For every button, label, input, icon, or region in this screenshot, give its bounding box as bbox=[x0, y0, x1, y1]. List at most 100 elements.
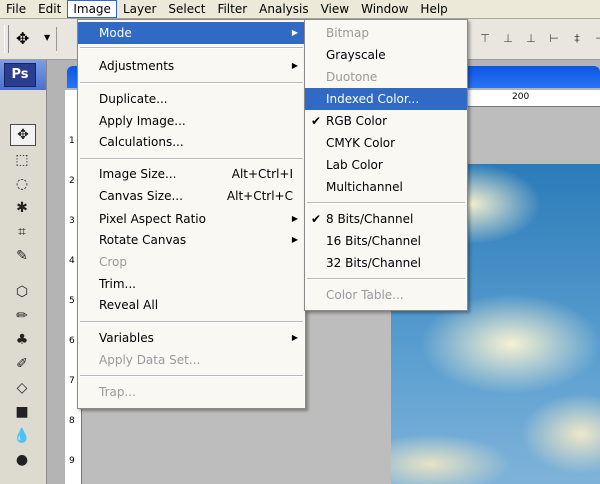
crop-tool-icon[interactable]: ⌗ bbox=[10, 222, 34, 242]
mode-grayscale[interactable]: Grayscale bbox=[305, 44, 467, 66]
submenu-arrow-icon: ▶ bbox=[291, 28, 298, 37]
menu-file[interactable]: File bbox=[0, 0, 32, 18]
menu-item-label: 8 Bits/Channel bbox=[326, 212, 414, 226]
shortcut-label: Alt+Ctrl+C bbox=[226, 189, 293, 203]
align-horizontal-centers-icon[interactable]: ‡ bbox=[570, 32, 584, 46]
history-brush-tool-icon[interactable]: ✐ bbox=[10, 354, 34, 374]
menu-window[interactable]: Window bbox=[355, 0, 414, 18]
menu-item-label: Trap... bbox=[99, 385, 136, 399]
menu-item-label: 16 Bits/Channel bbox=[326, 234, 421, 248]
ruler-tick-label: 8 bbox=[69, 416, 75, 426]
menu-divider bbox=[80, 321, 303, 323]
ruler-tick-label: 5 bbox=[69, 296, 75, 306]
mode-16-bits-channel[interactable]: 16 Bits/Channel bbox=[305, 230, 467, 252]
mode-bitmap: Bitmap bbox=[305, 22, 467, 44]
menu-view[interactable]: View bbox=[315, 0, 355, 18]
align-left-edges-icon[interactable]: ⊢ bbox=[547, 32, 561, 46]
options-bar-grip[interactable] bbox=[4, 25, 9, 53]
toolbox-header: Ps bbox=[0, 60, 46, 90]
menu-item-label: Canvas Size... bbox=[99, 189, 183, 203]
ruler-tick-label: 9 bbox=[69, 456, 75, 466]
menu-item-label: Duotone bbox=[326, 70, 378, 84]
menu-help[interactable]: Help bbox=[414, 0, 453, 18]
move-tool-icon[interactable]: ✥ bbox=[10, 124, 36, 146]
shortcut-label: Alt+Ctrl+I bbox=[231, 167, 293, 181]
mode-rgb-color[interactable]: ✔ RGB Color bbox=[305, 110, 467, 132]
menu-item-label: Trim... bbox=[99, 277, 136, 291]
menu-item-label: CMYK Color bbox=[326, 136, 396, 150]
image-menu-mode[interactable]: Mode ▶ bbox=[78, 22, 305, 44]
menu-divider bbox=[80, 47, 303, 49]
align-right-edges-icon[interactable]: ⊣ bbox=[593, 32, 600, 46]
brush-tool-icon[interactable]: ✏ bbox=[10, 306, 34, 326]
dodge-tool-icon[interactable]: ● bbox=[10, 450, 34, 470]
move-tool-icon[interactable]: ✥ bbox=[16, 29, 29, 48]
eraser-tool-icon[interactable]: ◇ bbox=[10, 378, 34, 398]
menu-item-label: Multichannel bbox=[326, 180, 403, 194]
image-menu-duplicate[interactable]: Duplicate... bbox=[78, 88, 305, 110]
menu-analysis[interactable]: Analysis bbox=[253, 0, 314, 18]
mode-indexed-color[interactable]: Indexed Color... bbox=[305, 88, 467, 110]
toolbox: Ps ✥ ⬚ ◌ ✱ ⌗ ✎ ⬡ ✏ ♣ ✐ ◇ ■ 💧 ● bbox=[0, 60, 47, 484]
mode-duotone: Duotone bbox=[305, 66, 467, 88]
mode-lab-color[interactable]: Lab Color bbox=[305, 154, 467, 176]
ruler-tick-label: 2 bbox=[69, 176, 75, 186]
mode-8-bits-channel[interactable]: ✔ 8 Bits/Channel bbox=[305, 208, 467, 230]
align-bottom-edges-icon[interactable]: ⊥ bbox=[524, 32, 538, 46]
image-menu-rotate-canvas[interactable]: Rotate Canvas ▶ bbox=[78, 229, 305, 251]
image-menu-apply-image[interactable]: Apply Image... bbox=[78, 110, 305, 132]
ruler-tick-label: 7 bbox=[69, 376, 75, 386]
image-menu-dropdown: Mode ▶ Adjustments ▶ Duplicate... Apply … bbox=[77, 19, 306, 409]
blur-tool-icon[interactable]: 💧 bbox=[10, 426, 34, 446]
image-menu-crop: Crop bbox=[78, 251, 305, 273]
menu-select[interactable]: Select bbox=[162, 0, 211, 18]
lasso-tool-icon[interactable]: ◌ bbox=[10, 174, 34, 194]
magic-wand-tool-icon[interactable]: ✱ bbox=[10, 198, 34, 218]
menu-divider bbox=[307, 278, 465, 280]
clone-stamp-tool-icon[interactable]: ♣ bbox=[10, 330, 34, 350]
mode-color-table: Color Table... bbox=[305, 284, 467, 306]
ruler-tick-label: 6 bbox=[69, 336, 75, 346]
marquee-tool-icon[interactable]: ⬚ bbox=[10, 150, 34, 170]
menu-item-label: Image Size... bbox=[99, 167, 177, 181]
image-menu-reveal-all[interactable]: Reveal All bbox=[78, 294, 305, 316]
image-menu-variables[interactable]: Variables ▶ bbox=[78, 327, 305, 349]
gradient-tool-icon[interactable]: ■ bbox=[10, 402, 34, 422]
menu-bar: File Edit Image Layer Select Filter Anal… bbox=[0, 0, 600, 19]
submenu-arrow-icon: ▶ bbox=[291, 61, 298, 70]
menu-item-label: Calculations... bbox=[99, 135, 184, 149]
photoshop-logo: Ps bbox=[4, 63, 36, 87]
mode-32-bits-channel[interactable]: 32 Bits/Channel bbox=[305, 252, 467, 274]
image-menu-pixel-aspect-ratio[interactable]: Pixel Aspect Ratio ▶ bbox=[78, 208, 305, 230]
menu-item-label: Apply Image... bbox=[99, 114, 186, 128]
image-menu-apply-data-set: Apply Data Set... bbox=[78, 349, 305, 371]
healing-brush-tool-icon[interactable]: ⬡ bbox=[10, 282, 34, 302]
tool-preset-dropdown-icon[interactable]: ▼ bbox=[44, 33, 50, 42]
submenu-arrow-icon: ▶ bbox=[291, 235, 298, 244]
image-menu-calculations[interactable]: Calculations... bbox=[78, 131, 305, 153]
align-top-edges-icon[interactable]: ⊤ bbox=[478, 32, 492, 46]
eyedropper-tool-icon[interactable]: ✎ bbox=[10, 246, 34, 266]
submenu-arrow-icon: ▶ bbox=[291, 333, 298, 342]
menu-image[interactable]: Image bbox=[67, 0, 117, 18]
ruler-tick-label: 3 bbox=[69, 216, 75, 226]
submenu-arrow-icon: ▶ bbox=[291, 214, 298, 223]
menu-divider bbox=[80, 158, 303, 160]
menu-item-label: Adjustments bbox=[99, 59, 175, 73]
menu-divider bbox=[307, 202, 465, 204]
mode-cmyk-color[interactable]: CMYK Color bbox=[305, 132, 467, 154]
image-menu-trim[interactable]: Trim... bbox=[78, 273, 305, 295]
menu-item-label: Reveal All bbox=[99, 298, 159, 312]
align-vertical-centers-icon[interactable]: ⊥ bbox=[501, 32, 515, 46]
menu-filter[interactable]: Filter bbox=[211, 0, 253, 18]
ruler-tick-label: 1 bbox=[69, 136, 75, 146]
image-menu-image-size[interactable]: Image Size... Alt+Ctrl+I bbox=[78, 163, 305, 185]
image-menu-trap: Trap... bbox=[78, 381, 305, 403]
menu-layer[interactable]: Layer bbox=[117, 0, 162, 18]
image-menu-canvas-size[interactable]: Canvas Size... Alt+Ctrl+C bbox=[78, 185, 305, 207]
image-menu-adjustments[interactable]: Adjustments ▶ bbox=[78, 55, 305, 77]
menu-divider bbox=[80, 375, 303, 377]
menu-edit[interactable]: Edit bbox=[32, 0, 67, 18]
mode-multichannel[interactable]: Multichannel bbox=[305, 176, 467, 198]
mode-submenu: Bitmap Grayscale Duotone Indexed Color..… bbox=[304, 19, 468, 311]
